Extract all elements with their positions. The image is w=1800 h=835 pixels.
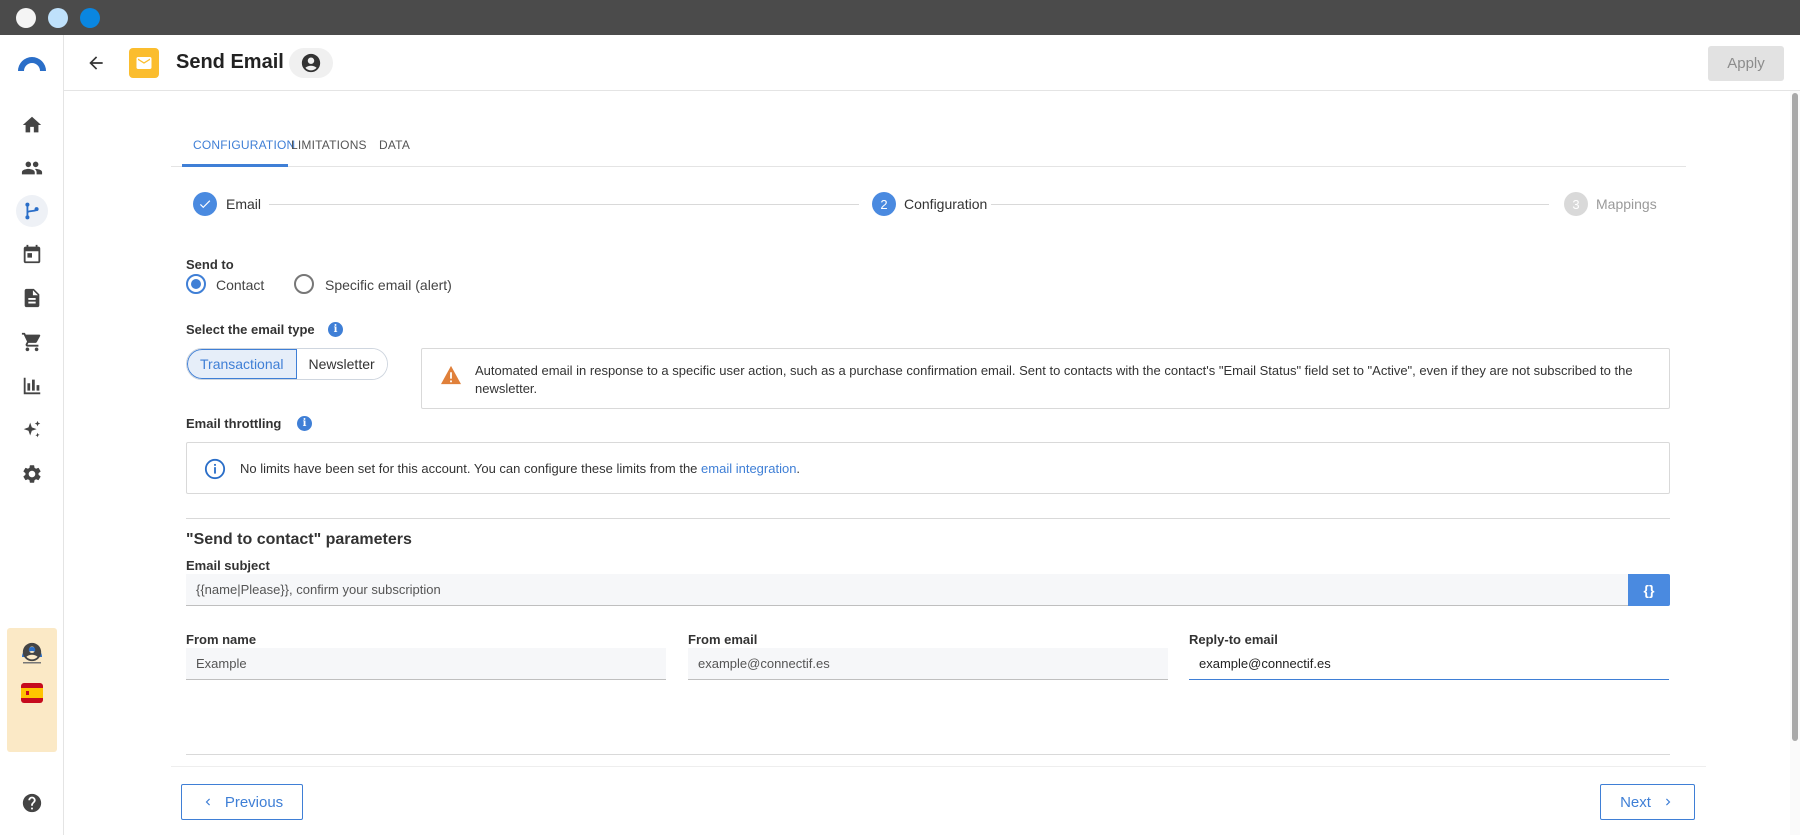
back-arrow-icon[interactable]	[84, 51, 108, 75]
tab-limitations[interactable]: LIMITATIONS	[291, 138, 367, 167]
from-email-input[interactable]: example@connectif.es	[688, 648, 1168, 680]
cart-icon[interactable]	[16, 326, 48, 358]
warning-icon	[441, 365, 461, 385]
step-label-mappings: Mappings	[1596, 196, 1657, 212]
email-subject-label: Email subject	[186, 558, 270, 573]
previous-button-label: Previous	[224, 793, 284, 811]
previous-button[interactable]: Previous	[181, 784, 303, 820]
email-throttling-label: Email throttling	[186, 416, 282, 431]
email-throttling-info-icon[interactable]: i	[297, 416, 312, 431]
email-type-newsletter-button[interactable]: Newsletter	[296, 349, 387, 379]
reply-to-email-input[interactable]: example@connectif.es	[1189, 648, 1669, 680]
settings-gear-icon[interactable]	[16, 458, 48, 490]
from-name-input[interactable]: Example	[186, 648, 666, 680]
email-type-description-text: Automated email in response to a specifi…	[475, 363, 1633, 396]
document-icon[interactable]	[16, 282, 48, 314]
window-minimize-control[interactable]	[48, 8, 68, 28]
reply-to-email-label: Reply-to email	[1189, 632, 1278, 647]
email-subject-input[interactable]: {{name|Please}}, confirm your subscripti…	[186, 574, 1628, 606]
apply-button[interactable]: Apply	[1708, 46, 1784, 81]
radio-contact[interactable]	[186, 274, 206, 294]
throttling-notice: No limits have been set for this account…	[186, 442, 1670, 494]
chevron-right-icon	[1665, 798, 1671, 806]
radio-specific-email-label[interactable]: Specific email (alert)	[325, 277, 452, 293]
send-to-contact-parameters-title: "Send to contact" parameters	[186, 531, 412, 548]
email-type-info-icon[interactable]: i	[328, 322, 343, 337]
page-title: Send Email	[176, 51, 284, 73]
step-number-mappings[interactable]: 3	[1564, 192, 1588, 216]
send-to-label: Send to	[186, 257, 234, 272]
wizard-stepper: Email 2 Configuration 3 Mappings	[193, 192, 1657, 218]
info-circle-icon	[204, 458, 226, 480]
window-maximize-control[interactable]	[80, 8, 100, 28]
email-integration-link[interactable]: email integration	[701, 461, 796, 476]
throttling-notice-text: No limits have been set for this account…	[240, 461, 800, 476]
chevron-left-icon	[205, 798, 210, 806]
throttling-message-end: .	[796, 461, 801, 476]
header-bar: Send Email Apply	[64, 35, 1800, 91]
from-name-label: From name	[186, 632, 257, 647]
window-close-control[interactable]	[16, 8, 36, 28]
step-label-email: Email	[226, 196, 262, 212]
user-account-icon[interactable]	[16, 636, 48, 668]
step-connector	[269, 204, 859, 205]
window-titlebar	[0, 0, 1800, 35]
mail-icon	[129, 48, 159, 78]
tab-data[interactable]: DATA	[379, 138, 410, 167]
contacts-icon[interactable]	[16, 152, 48, 184]
section-divider	[186, 754, 1670, 755]
email-type-label: Select the email type	[186, 322, 315, 337]
scrollbar-thumb[interactable]	[1792, 93, 1798, 741]
sparkle-icon[interactable]	[16, 414, 48, 446]
step-complete-check-icon[interactable]	[193, 192, 217, 216]
app-logo-icon[interactable]	[16, 53, 48, 73]
home-icon[interactable]	[16, 109, 48, 141]
from-email-label: From email	[688, 632, 758, 647]
email-type-transactional-button[interactable]: Transactional	[187, 349, 297, 379]
footer-divider	[171, 766, 1706, 767]
email-type-description: Automated email in response to a specifi…	[421, 348, 1670, 409]
email-type-toggle: Transactional Newsletter	[186, 348, 388, 380]
section-divider	[186, 518, 1670, 519]
user-circle-icon	[301, 53, 321, 73]
next-button[interactable]: Next	[1600, 784, 1695, 820]
sidebar	[0, 35, 64, 835]
step-label-configuration: Configuration	[904, 196, 988, 212]
step-number-configuration[interactable]: 2	[872, 192, 896, 216]
insert-variable-button[interactable]: {}	[1628, 574, 1670, 606]
help-icon[interactable]	[16, 787, 48, 819]
workflows-icon[interactable]	[16, 195, 48, 227]
calendar-icon[interactable]	[16, 238, 48, 270]
next-button-label: Next	[1620, 793, 1651, 811]
step-connector	[991, 204, 1549, 205]
tab-configuration[interactable]: CONFIGURATION	[182, 138, 295, 167]
page-scrollbar[interactable]	[1790, 91, 1800, 835]
spain-flag-icon[interactable]	[21, 683, 43, 703]
analytics-icon[interactable]	[16, 370, 48, 402]
radio-contact-label[interactable]: Contact	[216, 277, 264, 293]
throttling-message: No limits have been set for this account…	[240, 461, 702, 476]
tab-bar: CONFIGURATION LIMITATIONS DATA	[171, 128, 1686, 167]
assignee-chip[interactable]	[289, 48, 333, 78]
radio-specific-email[interactable]	[294, 274, 314, 294]
